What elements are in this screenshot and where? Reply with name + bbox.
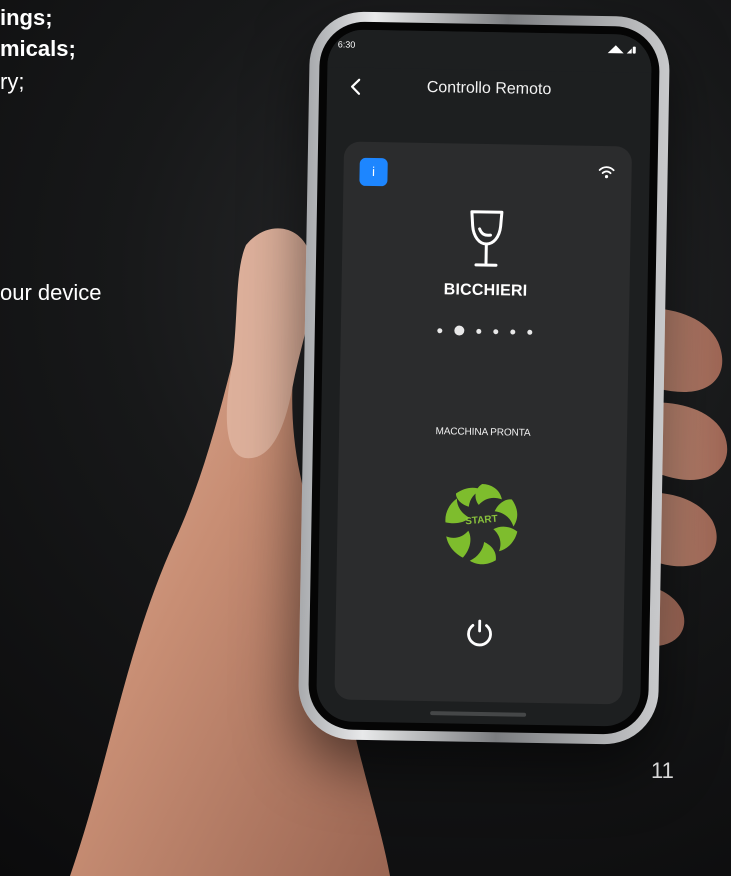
power-icon — [467, 619, 492, 647]
start-button[interactable]: START — [433, 475, 531, 573]
power-button[interactable] — [463, 616, 496, 649]
home-indicator[interactable] — [430, 711, 527, 717]
info-button[interactable]: i — [359, 157, 388, 187]
pagination-dot-5[interactable] — [510, 328, 516, 335]
mode-label: BICCHIERI — [443, 281, 528, 300]
slide-line-3: ry; — [0, 69, 25, 94]
signal-battery-icon — [607, 45, 636, 54]
app-header: Controllo Remoto — [327, 69, 652, 115]
status-icons — [600, 42, 638, 57]
smartphone: 6:30 Controllo Remoto i BICCHIERI MACCHI… — [297, 10, 671, 746]
pagination-dot-1[interactable] — [437, 327, 443, 333]
wifi-status-icon — [598, 166, 615, 179]
slide-line-1: ings; — [0, 5, 53, 30]
glass-symbol-icon — [470, 210, 504, 267]
page-number: 11 — [651, 758, 674, 783]
pagination-dot-6[interactable] — [527, 329, 533, 335]
pagination-dot-2-active[interactable] — [454, 325, 465, 336]
machine-status: MACCHINA PRONTA — [435, 426, 531, 439]
program-pagination — [437, 325, 533, 337]
page-title: Controllo Remoto — [426, 78, 552, 99]
remote-control-card: i BICCHIERI MACCHINA PRONTA START — [334, 141, 633, 705]
status-bar: 6:30 — [327, 29, 653, 73]
presentation-slide: ings; micals; ry; our device 6:30 Contro… — [0, 0, 731, 876]
phone-screen: 6:30 Controllo Remoto i BICCHIERI MACCHI… — [315, 29, 653, 727]
pagination-dot-4[interactable] — [493, 328, 499, 334]
status-time: 6:30 — [337, 39, 356, 50]
phone-bezel: 6:30 Controllo Remoto i BICCHIERI MACCHI… — [307, 21, 661, 735]
slide-line-4: our device — [0, 280, 102, 305]
pagination-dot-3[interactable] — [476, 328, 482, 334]
slide-line-2: micals; — [0, 36, 76, 61]
wine-glass-icon — [460, 206, 513, 275]
wifi-icon — [597, 164, 615, 180]
